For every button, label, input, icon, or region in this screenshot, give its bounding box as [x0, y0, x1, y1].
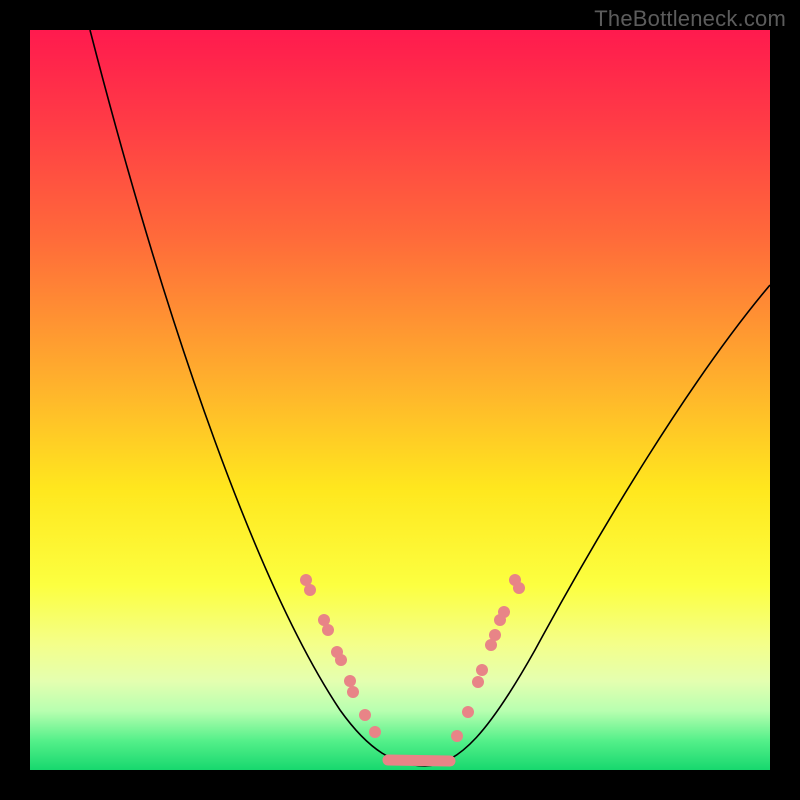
marker-dot [513, 582, 525, 594]
marker-dot [476, 664, 488, 676]
marker-dot [322, 624, 334, 636]
curve-right-branch [425, 285, 770, 766]
bottom-dot-segment [388, 760, 450, 761]
marker-dot [304, 584, 316, 596]
marker-dot [451, 730, 463, 742]
marker-dot [494, 614, 506, 626]
marker-dot [462, 706, 474, 718]
curve-left-branch [90, 30, 425, 766]
watermark-text: TheBottleneck.com [594, 6, 786, 32]
chart-frame: TheBottleneck.com [0, 0, 800, 800]
marker-dot [369, 726, 381, 738]
gradient-plot-area [30, 30, 770, 770]
marker-dot [344, 675, 356, 687]
marker-dot [359, 709, 371, 721]
marker-dot [485, 639, 497, 651]
marker-dot [472, 676, 484, 688]
marker-dot [347, 686, 359, 698]
curve-svg [30, 30, 770, 770]
marker-dot [335, 654, 347, 666]
